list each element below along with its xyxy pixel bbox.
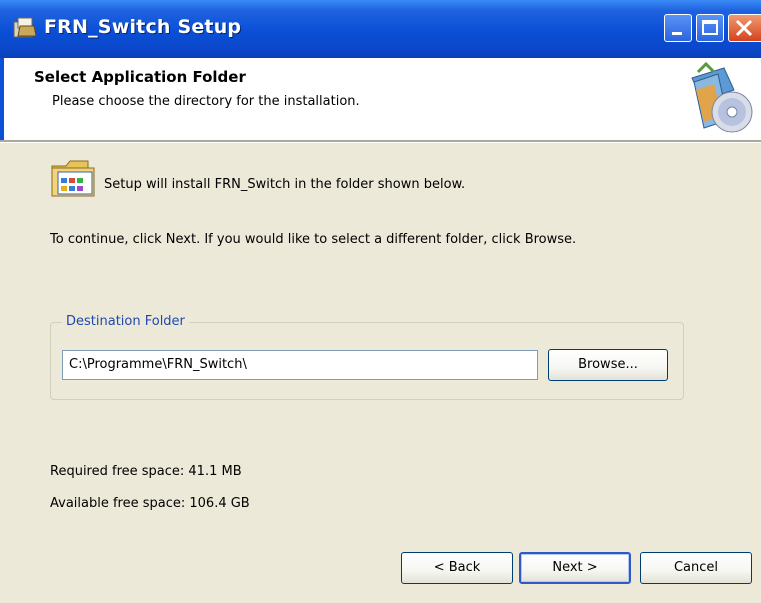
- minimize-button[interactable]: [664, 14, 692, 42]
- back-button[interactable]: < Back: [401, 552, 513, 584]
- destination-label: Destination Folder: [62, 314, 189, 329]
- page-subtitle: Please choose the directory for the inst…: [52, 94, 360, 109]
- available-space-text: Available free space: 106.4 GB: [50, 496, 250, 511]
- close-icon: [735, 19, 753, 37]
- window-title: FRN_Switch Setup: [44, 16, 242, 38]
- browse-button[interactable]: Browse...: [548, 349, 668, 381]
- setup-window: FRN_Switch Setup Select Application Fold…: [0, 0, 761, 603]
- wizard-header: Select Application Folder Please choose …: [0, 58, 761, 140]
- minimize-icon: [672, 32, 682, 35]
- maximize-icon: [702, 20, 718, 35]
- setup-icon: [13, 17, 37, 38]
- header-divider: [0, 140, 761, 143]
- instruction-text: To continue, click Next. If you would li…: [50, 232, 577, 247]
- maximize-button[interactable]: [696, 14, 724, 42]
- title-bar[interactable]: FRN_Switch Setup: [0, 0, 761, 58]
- cancel-button[interactable]: Cancel: [640, 552, 752, 584]
- destination-path-input[interactable]: C:\Programme\FRN_Switch\: [62, 350, 538, 380]
- page-title: Select Application Folder: [34, 68, 246, 86]
- close-button[interactable]: [728, 14, 761, 42]
- install-cd-icon: [691, 61, 753, 133]
- intro-text: Setup will install FRN_Switch in the fol…: [104, 177, 466, 192]
- next-button[interactable]: Next >: [519, 552, 631, 584]
- folder-icon: [51, 160, 95, 197]
- required-space-text: Required free space: 41.1 MB: [50, 464, 242, 479]
